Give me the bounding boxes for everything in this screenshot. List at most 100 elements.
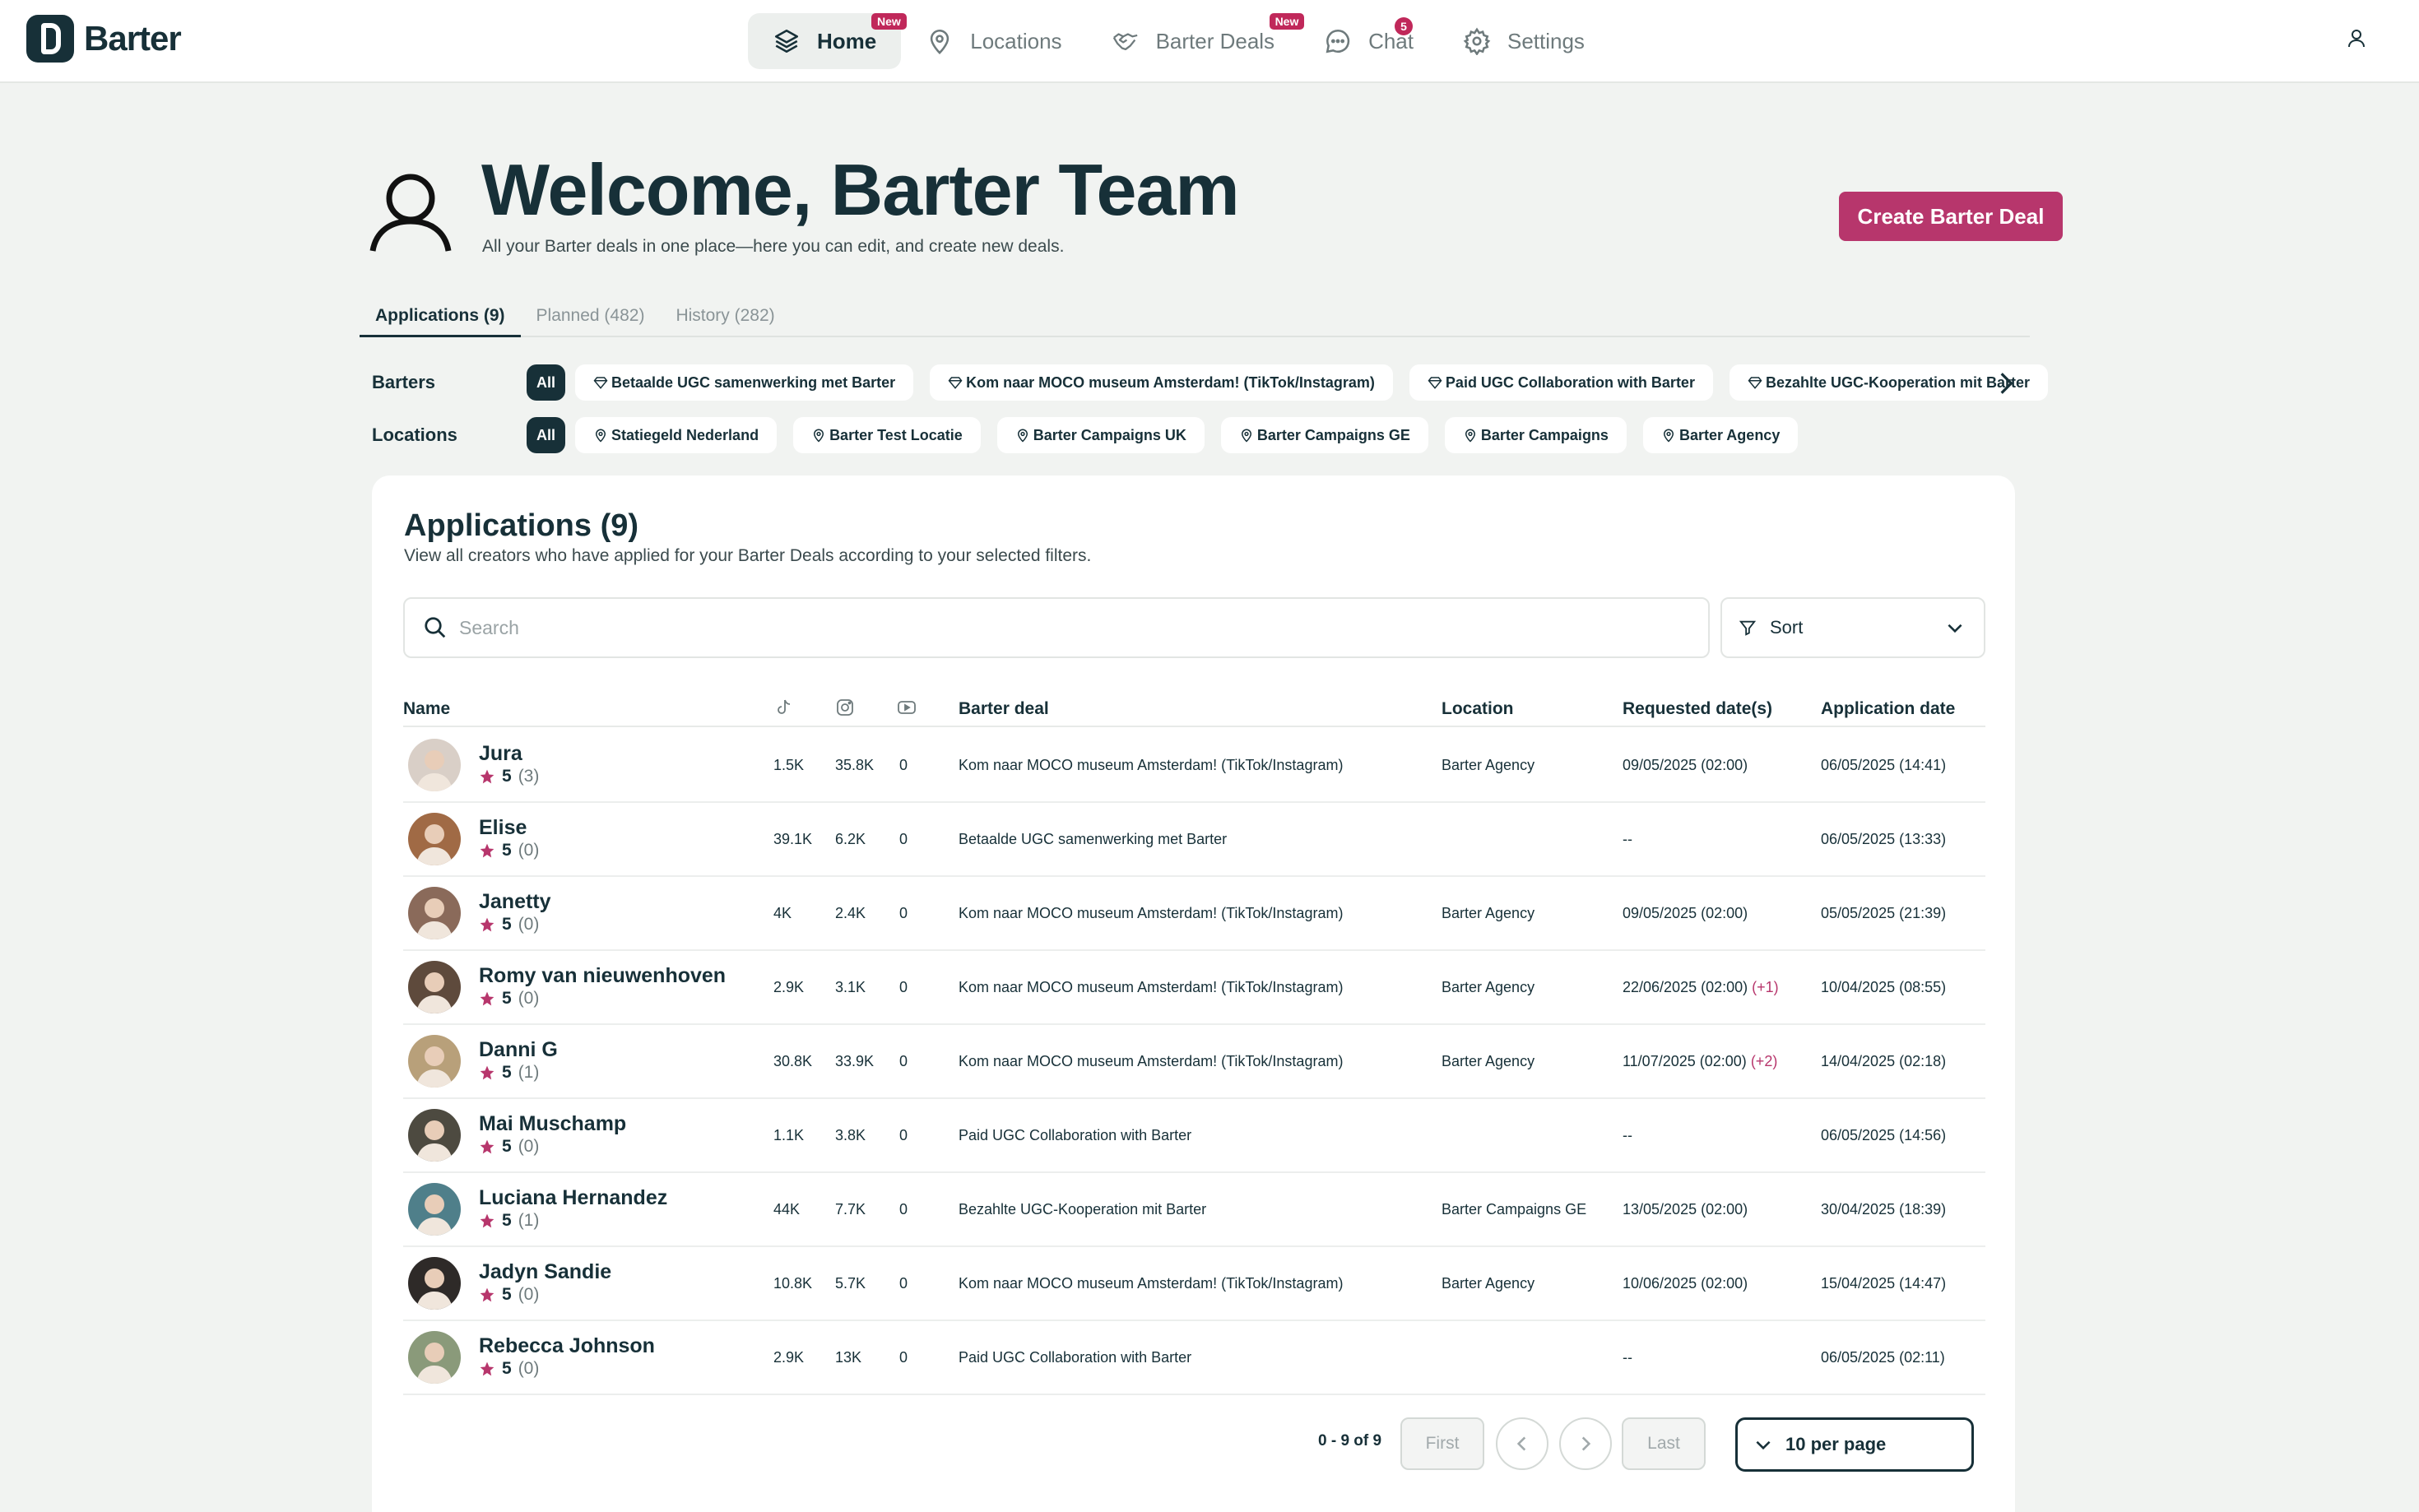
column-header-name[interactable]: Name [403, 699, 450, 719]
nav-item-settings[interactable]: Settings [1438, 13, 1609, 69]
nav-item-label: Home [817, 28, 877, 53]
chevron-down-icon [1948, 624, 1962, 633]
youtube-followers: 0 [899, 831, 908, 847]
creator-rating: 5 (0) [479, 989, 539, 1009]
rating-value: 5 [502, 1137, 512, 1156]
requested-dates: -- [1623, 1349, 1632, 1366]
instagram-followers: 6.2K [835, 831, 866, 847]
creator-name[interactable]: Jura [479, 742, 522, 766]
page-subtitle: All your Barter deals in one place—here … [482, 237, 1065, 256]
application-date: 06/05/2025 (14:56) [1821, 1127, 1947, 1143]
youtube-followers: 0 [899, 757, 908, 773]
star-icon [480, 843, 494, 858]
avatar [408, 1035, 461, 1088]
location-filter-chip[interactable]: Barter Campaigns [1444, 417, 1627, 453]
locations-filter-all-chip[interactable]: All [527, 417, 566, 453]
gear-icon [1463, 27, 1491, 55]
review-count: (0) [518, 1359, 540, 1378]
creator-name[interactable]: Mai Muschamp [479, 1112, 626, 1136]
instagram-followers: 33.9K [835, 1053, 875, 1069]
table-row[interactable]: Luciana Hernandez 5 (1) 44K 7.7K 0 Bezahlte UG… [403, 1173, 1985, 1247]
table-row[interactable]: Romy van nieuwenhoven 5 (0) 2.9K 3.1K 0 Kom na… [403, 951, 1985, 1025]
creator-name[interactable]: Danni G [479, 1038, 558, 1062]
avatar [408, 1183, 461, 1236]
location-filter-chip[interactable]: Statiegeld Nederland [575, 417, 778, 453]
table-row[interactable]: Mai Muschamp 5 (0) 1.1K 3.8K 0 Paid UGC Collab… [403, 1099, 1985, 1173]
barters-filter-label: Barters [372, 372, 436, 392]
table-row[interactable]: Rebecca Johnson 5 (0) 2.9K 13K 0 Paid UGC Coll… [403, 1321, 1985, 1395]
rating-value: 5 [502, 989, 512, 1008]
location-filter-chip[interactable]: Barter Campaigns UK [996, 417, 1205, 453]
star-icon [480, 1139, 494, 1154]
barter-filter-chip[interactable]: Paid UGC Collaboration with Barter [1409, 364, 1713, 401]
extra-dates-count: (+1) [1752, 979, 1779, 995]
creator-name[interactable]: Romy van nieuwenhoven [479, 964, 726, 988]
table-row[interactable]: Danni G 5 (1) 30.8K 33.9K 0 Kom naar MOCO muse… [403, 1025, 1985, 1099]
barter-filter-chip[interactable]: Betaalde UGC samenwerking met Barter [575, 364, 914, 401]
creator-name[interactable]: Jadyn Sandie [479, 1260, 611, 1284]
column-header-application-date[interactable]: Application date [1821, 699, 1955, 719]
user-account-icon[interactable] [2347, 28, 2366, 48]
barter-logo[interactable]: Barter [26, 15, 182, 63]
nav-item-chat[interactable]: Chat 5 [1299, 13, 1438, 69]
barter-logo-icon [26, 15, 74, 63]
location-filter-chip[interactable]: Barter Agency [1642, 417, 1799, 453]
diamond-icon [948, 377, 963, 389]
column-header-barter-deal[interactable]: Barter deal [959, 699, 1049, 719]
sort-dropdown[interactable]: Sort [1720, 597, 1985, 658]
barters-filter-all-chip[interactable]: All [527, 364, 566, 401]
first-page-button[interactable]: First [1400, 1417, 1484, 1470]
table-row[interactable]: Jura 5 (3) 1.5K 35.8K 0 Kom naar MOCO museum A… [403, 729, 1985, 803]
chevron-right-icon [1581, 1436, 1591, 1451]
location-name: Barter Campaigns GE [1442, 1201, 1587, 1217]
nav-item-barter-deals[interactable]: Barter Deals New [1087, 13, 1305, 69]
nav-item-locations[interactable]: Locations [901, 13, 1086, 69]
location-filter-chip[interactable]: Barter Campaigns GE [1220, 417, 1428, 453]
creator-name[interactable]: Luciana Hernandez [479, 1186, 667, 1210]
instagram-followers: 3.1K [835, 979, 866, 995]
previous-page-button[interactable] [1496, 1417, 1548, 1470]
table-row[interactable]: Janetty 5 (0) 4K 2.4K 0 Kom naar MOCO museum A… [403, 877, 1985, 951]
table-header: Name Barter deal Location Requested date… [403, 689, 1985, 727]
review-count: (0) [518, 915, 540, 934]
avatar [408, 813, 461, 865]
search-input[interactable] [459, 616, 1611, 639]
scroll-right-chevron-icon[interactable] [1995, 369, 2017, 397]
table-row[interactable]: Elise 5 (0) 39.1K 6.2K 0 Betaalde UGC samenwer… [403, 803, 1985, 877]
avatar [408, 961, 461, 1013]
star-icon [480, 991, 494, 1006]
youtube-icon[interactable] [897, 698, 917, 717]
tiktok-icon[interactable] [773, 698, 793, 717]
barter-filter-chip[interactable]: Kom naar MOCO museum Amsterdam! (TikTok/… [930, 364, 1393, 401]
tab-planned[interactable]: Planned (482) [521, 296, 661, 337]
review-count: (0) [518, 1285, 540, 1304]
creator-name[interactable]: Rebecca Johnson [479, 1334, 655, 1358]
app-name: Barter [84, 19, 182, 58]
barter-deal-name: Kom naar MOCO museum Amsterdam! (TikTok/… [959, 757, 1344, 773]
creator-rating: 5 (0) [479, 915, 539, 935]
barter-deal-name: Paid UGC Collaboration with Barter [959, 1349, 1192, 1366]
nav-item-home[interactable]: Home New [748, 13, 907, 69]
column-header-requested-dates[interactable]: Requested date(s) [1623, 699, 1772, 719]
instagram-icon[interactable] [835, 698, 855, 717]
page-title: Welcome, Barter Team [481, 149, 1240, 230]
rating-value: 5 [502, 1063, 512, 1082]
location-name: Barter Agency [1442, 757, 1535, 773]
creator-name[interactable]: Elise [479, 816, 527, 840]
star-icon [480, 1287, 494, 1302]
tiktok-followers: 2.9K [773, 1349, 805, 1366]
applications-subtitle: View all creators who have applied for y… [404, 546, 1092, 565]
location-filter-chip[interactable]: Barter Test Locatie [793, 417, 981, 453]
next-page-button[interactable] [1559, 1417, 1612, 1470]
column-header-location[interactable]: Location [1442, 699, 1514, 719]
tab-history[interactable]: History (282) [660, 296, 790, 337]
tiktok-followers: 39.1K [773, 831, 813, 847]
map-pin-icon [1241, 429, 1251, 443]
per-page-select[interactable]: 10 per page [1735, 1417, 1974, 1472]
review-count: (0) [518, 989, 540, 1008]
table-row[interactable]: Jadyn Sandie 5 (0) 10.8K 5.7K 0 Kom naar MOCO … [403, 1247, 1985, 1321]
tab-applications[interactable]: Applications (9) [360, 296, 521, 337]
create-barter-deal-button[interactable]: Create Barter Deal [1839, 192, 2063, 241]
creator-name[interactable]: Janetty [479, 890, 551, 914]
last-page-button[interactable]: Last [1622, 1417, 1706, 1470]
